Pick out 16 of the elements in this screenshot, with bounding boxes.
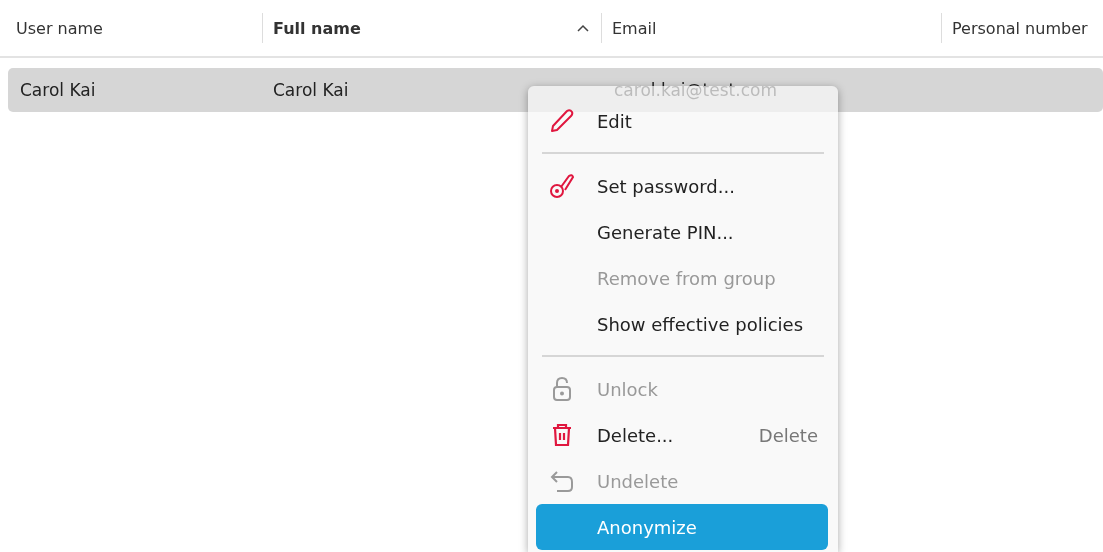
pencil-icon xyxy=(548,107,576,135)
table-cell: carol.kai@test.com xyxy=(614,80,777,100)
menu-item[interactable]: Delete... Delete xyxy=(536,412,828,458)
table-cell: Carol Kai xyxy=(273,80,349,100)
table-cell: Carol Kai xyxy=(20,80,96,100)
menu-item[interactable]: Set password... xyxy=(536,163,828,209)
column-header[interactable]: User name xyxy=(16,18,262,38)
menu-item[interactable]: Show effective policies xyxy=(536,301,828,347)
column-header[interactable]: Full name xyxy=(273,18,577,38)
column-header[interactable]: Personal number xyxy=(952,18,1103,38)
menu-item[interactable]: Generate PIN... xyxy=(536,209,828,255)
key-icon xyxy=(548,172,576,200)
column-header[interactable]: Email xyxy=(612,18,941,38)
sort-ascending-icon xyxy=(577,24,589,32)
menu-item[interactable]: Edit xyxy=(536,98,828,144)
shortcut-label: Delete xyxy=(758,424,818,446)
